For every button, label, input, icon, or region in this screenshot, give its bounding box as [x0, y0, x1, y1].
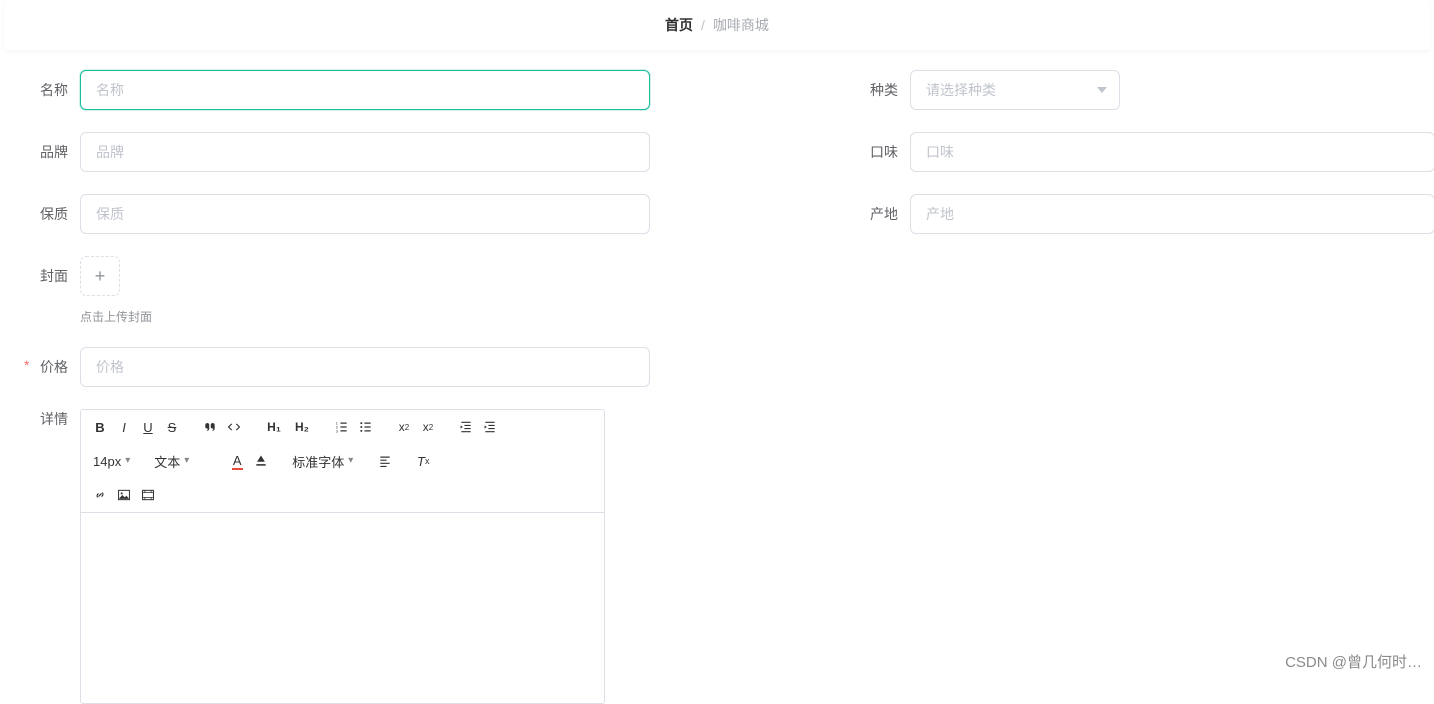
italic-button[interactable]: I [113, 416, 135, 438]
clear-format-button[interactable]: Tx [412, 450, 434, 472]
product-form: 名称 种类 请选择种类 品牌 口味 保质 产地 封面 [0, 50, 1434, 704]
image-button[interactable] [113, 484, 135, 506]
type-select[interactable]: 请选择种类 [910, 70, 1120, 110]
blockquote-button[interactable] [199, 416, 221, 438]
origin-label: 产地 [860, 204, 910, 224]
block-type-select[interactable]: 文本 ▾ [150, 452, 210, 471]
type-label: 种类 [860, 80, 910, 100]
editor-toolbar: B I U S H₁ H₂ 123 [81, 410, 604, 513]
superscript-button[interactable]: x2 [417, 416, 439, 438]
background-color-button[interactable] [250, 450, 272, 472]
shelf-label: 保质 [30, 204, 80, 224]
breadcrumb-current: 咖啡商城 [713, 15, 769, 35]
cover-upload-button[interactable]: + [80, 256, 120, 296]
font-size-value: 14px [93, 454, 121, 469]
brand-label: 品牌 [30, 142, 80, 162]
detail-label: 详情 [30, 409, 80, 429]
subscript-button[interactable]: x2 [393, 416, 415, 438]
breadcrumb-separator: / [701, 17, 705, 33]
caret-icon: ▾ [348, 456, 353, 466]
price-label: 价格 [30, 357, 80, 377]
taste-input[interactable] [910, 132, 1434, 172]
brand-input[interactable] [80, 132, 650, 172]
cover-upload-hint: 点击上传封面 [80, 308, 152, 325]
block-type-value: 文本 [154, 452, 180, 471]
code-block-button[interactable] [223, 416, 245, 438]
cover-label: 封面 [30, 256, 80, 286]
type-select-placeholder: 请选择种类 [926, 80, 996, 100]
rich-text-editor: B I U S H₁ H₂ 123 [80, 409, 605, 704]
font-size-select[interactable]: 14px ▾ [89, 454, 134, 469]
bold-button[interactable]: B [89, 416, 111, 438]
link-button[interactable] [89, 484, 111, 506]
font-family-select[interactable]: 标准字体 ▾ [288, 452, 358, 471]
name-label: 名称 [30, 80, 80, 100]
taste-label: 口味 [860, 142, 910, 162]
underline-button[interactable]: U [137, 416, 159, 438]
caret-icon: ▾ [184, 456, 189, 466]
indent-button[interactable] [479, 416, 501, 438]
bullet-list-button[interactable] [355, 416, 377, 438]
breadcrumb: 首页 / 咖啡商城 [4, 0, 1430, 50]
video-button[interactable] [137, 484, 159, 506]
origin-input[interactable] [910, 194, 1434, 234]
editor-content[interactable] [81, 513, 604, 703]
shelf-input[interactable] [80, 194, 650, 234]
breadcrumb-home[interactable]: 首页 [665, 15, 693, 35]
h2-button[interactable]: H₂ [289, 416, 315, 438]
strike-button[interactable]: S [161, 416, 183, 438]
price-input[interactable] [80, 347, 650, 387]
name-input[interactable] [80, 70, 650, 110]
h1-button[interactable]: H₁ [261, 416, 287, 438]
font-family-value: 标准字体 [292, 452, 344, 471]
svg-text:3: 3 [336, 428, 338, 433]
watermark: CSDN @曾几何时… [1285, 651, 1422, 672]
text-color-button[interactable]: A [226, 450, 248, 472]
outdent-button[interactable] [455, 416, 477, 438]
align-button[interactable] [374, 450, 396, 472]
ordered-list-button[interactable]: 123 [331, 416, 353, 438]
caret-icon: ▾ [125, 456, 130, 466]
plus-icon: + [95, 266, 106, 287]
